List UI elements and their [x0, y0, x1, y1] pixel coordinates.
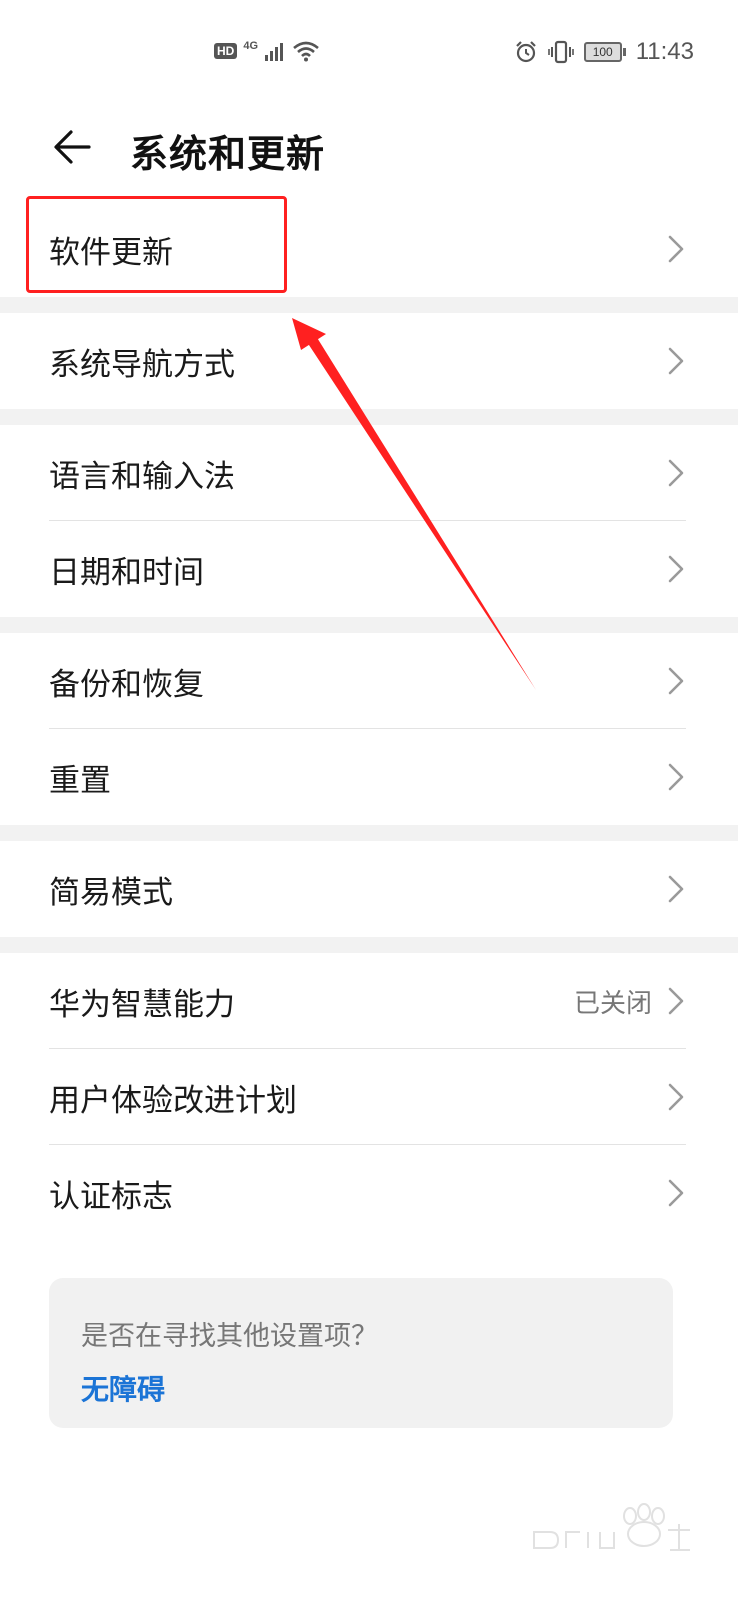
row-simple-mode[interactable]: 简易模式	[0, 841, 738, 937]
section-gap	[0, 937, 738, 953]
chevron-right-icon	[668, 459, 684, 487]
row-reset[interactable]: 重置	[0, 729, 738, 825]
chevron-right-icon	[668, 555, 684, 583]
label-language-input: 语言和输入法	[49, 458, 235, 495]
accessibility-link[interactable]: 无障碍	[81, 1368, 165, 1408]
group-huawei: 华为智慧能力 已关闭 用户体验改进计划 认证标志	[0, 953, 738, 1241]
vibrate-icon	[547, 40, 574, 64]
suggestion-card: 是否在寻找其他设置项？ 无障碍	[49, 1278, 673, 1428]
status-right: 100 11:43	[514, 38, 694, 66]
chevron-right-icon	[668, 1083, 684, 1111]
group-language-date: 语言和输入法 日期和时间	[0, 425, 738, 617]
row-date-time[interactable]: 日期和时间	[0, 521, 738, 617]
chevron-right-icon	[668, 347, 684, 375]
chevron-right-icon	[668, 235, 684, 263]
group-backup-reset: 备份和恢复 重置	[0, 633, 738, 825]
section-gap	[0, 617, 738, 633]
status-left: HD 4G	[214, 40, 320, 62]
row-language-input[interactable]: 语言和输入法	[0, 425, 738, 521]
row-system-navigation[interactable]: 系统导航方式	[0, 313, 738, 409]
label-date-time: 日期和时间	[49, 554, 204, 591]
section-gap	[0, 297, 738, 313]
chevron-right-icon	[668, 875, 684, 903]
section-gap	[0, 825, 738, 841]
status-huawei-ability: 已关闭	[573, 988, 652, 1019]
back-button[interactable]	[48, 123, 96, 171]
page-title: 系统和更新	[130, 132, 326, 176]
alarm-icon	[515, 41, 536, 63]
baidu-watermark-icon	[533, 1503, 690, 1551]
chevron-right-icon	[668, 763, 684, 791]
row-user-experience[interactable]: 用户体验改进计划	[0, 1049, 738, 1145]
battery-level: 100	[583, 42, 622, 62]
status-bar: HD 4G 100 11:43	[0, 0, 738, 105]
label-system-navigation: 系统导航方式	[49, 346, 235, 383]
annotation-highlight-box	[26, 196, 287, 293]
label-certification: 认证标志	[49, 1178, 173, 1215]
group-navigation: 系统导航方式	[0, 313, 738, 409]
back-arrow-icon	[54, 130, 91, 164]
battery-tip	[622, 48, 626, 56]
chevron-right-icon	[668, 987, 684, 1015]
label-user-experience: 用户体验改进计划	[49, 1082, 297, 1119]
header: 系统和更新	[0, 105, 738, 197]
chevron-right-icon	[668, 667, 684, 695]
row-certification[interactable]: 认证标志	[0, 1145, 738, 1241]
row-huawei-ability[interactable]: 华为智慧能力 已关闭	[0, 953, 738, 1049]
label-backup-restore: 备份和恢复	[49, 666, 204, 703]
label-reset: 重置	[49, 762, 111, 799]
signal-icon	[265, 43, 284, 61]
section-gap	[0, 409, 738, 425]
hd-badge: HD	[214, 43, 238, 59]
row-backup-restore[interactable]: 备份和恢复	[0, 633, 738, 729]
group-simple-mode: 简易模式	[0, 841, 738, 937]
network-type: 4G	[243, 40, 259, 52]
label-simple-mode: 简易模式	[49, 874, 173, 911]
chevron-right-icon	[668, 1179, 684, 1207]
status-time: 11:43	[635, 38, 694, 65]
wifi-icon	[293, 41, 319, 62]
battery-icon: 100	[583, 42, 626, 62]
label-huawei-ability: 华为智慧能力	[49, 986, 235, 1023]
suggestion-question: 是否在寻找其他设置项？	[81, 1321, 378, 1352]
